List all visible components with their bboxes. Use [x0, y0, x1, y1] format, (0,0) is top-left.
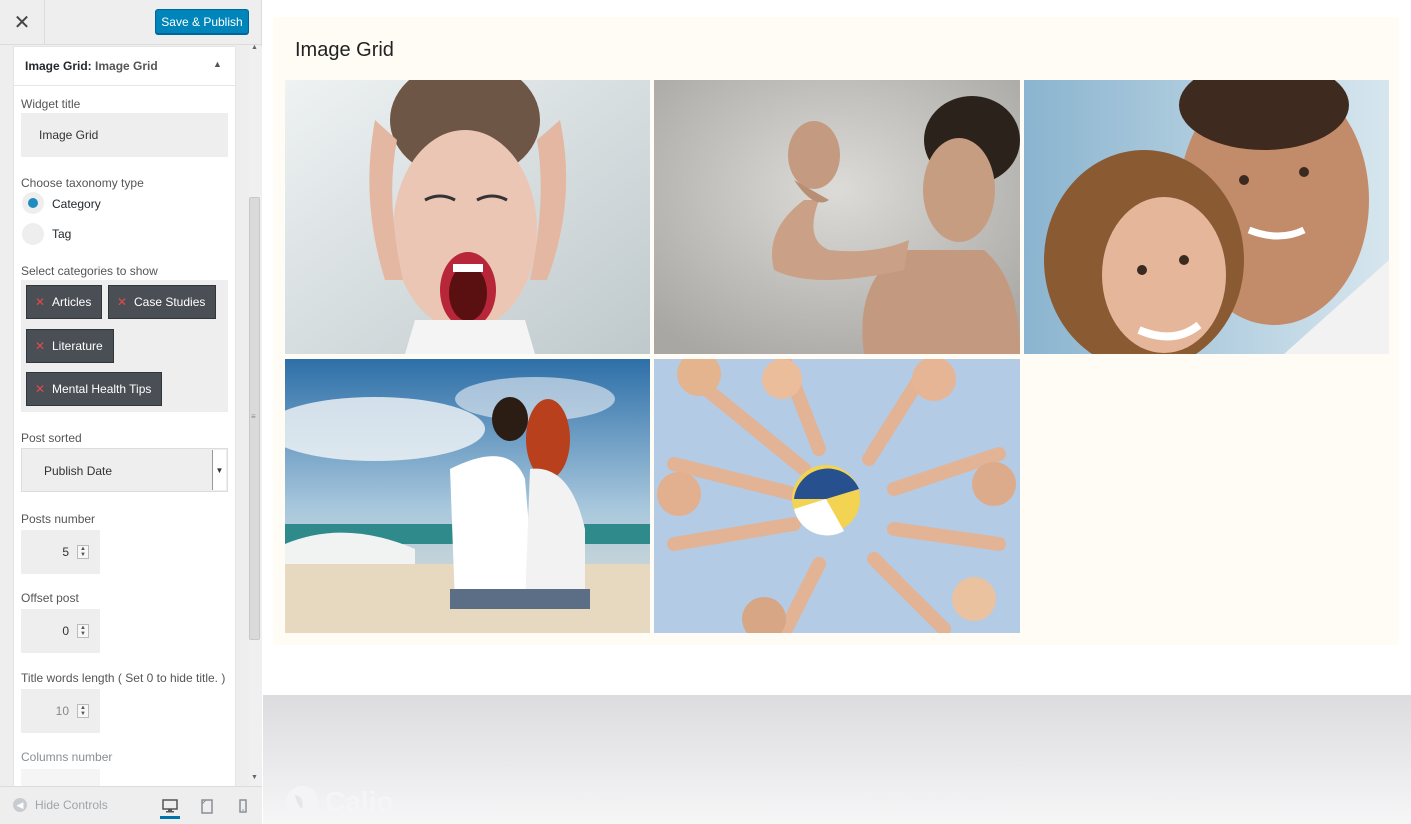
title-words-label: Title words length ( Set 0 to hide title…: [21, 671, 226, 685]
category-tag-label: Literature: [52, 339, 103, 353]
category-tag-literature[interactable]: ✕ Literature: [26, 329, 114, 363]
site-footer: Calio Services Recent Comments Contacts: [263, 695, 1411, 824]
category-tag-label: Mental Health Tips: [52, 382, 152, 396]
title-words-value: 10: [55, 704, 69, 718]
post-sorted-value: Publish Date: [44, 464, 113, 478]
columns-number-stepper[interactable]: [21, 769, 100, 786]
site-preview: Image Grid Calio Services Recent Comment…: [263, 0, 1411, 824]
widget-header-title: Image Grid: Image Grid: [25, 59, 158, 73]
save-publish-button[interactable]: Save & Publish: [155, 9, 249, 34]
radio-category[interactable]: [22, 192, 44, 214]
desktop-icon[interactable]: [160, 796, 180, 819]
flexing-man-photo[interactable]: [654, 80, 1020, 354]
logo-text: Calio: [325, 786, 394, 817]
spinner-arrows-icon[interactable]: ▲ ▼: [77, 704, 89, 718]
category-tag-mental-health-tips[interactable]: ✕ Mental Health Tips: [26, 372, 163, 406]
tablet-icon[interactable]: [197, 796, 217, 816]
remove-icon[interactable]: ✕: [117, 295, 127, 309]
title-words-stepper[interactable]: 10 ▲ ▼: [21, 689, 100, 733]
footer-heading-contacts: Contacts: [1146, 787, 1206, 804]
customizer-sidebar: ✕ Save & Publish Image Grid: Image Grid …: [0, 0, 262, 824]
scroll-down-arrow-icon[interactable]: ▼: [251, 774, 258, 781]
post-sorted-label: Post sorted: [21, 431, 82, 445]
dropdown-arrow-icon[interactable]: ▼: [212, 450, 226, 490]
spinner-arrows-icon[interactable]: ▲ ▼: [77, 545, 89, 559]
screaming-woman-photo[interactable]: [285, 80, 650, 354]
hide-controls-label: Hide Controls: [35, 798, 108, 812]
widget-header[interactable]: Image Grid: Image Grid ▲: [14, 47, 235, 86]
footer-heading-services: Services: [572, 787, 630, 804]
mobile-icon[interactable]: [233, 796, 253, 816]
offset-post-label: Offset post: [21, 591, 79, 605]
category-tag-label: Case Studies: [134, 295, 206, 309]
image-grid-title: Image Grid: [295, 39, 394, 61]
offset-post-value: 0: [62, 624, 69, 638]
widget-panel: Image Grid: Image Grid ▲ Widget title Im…: [13, 46, 236, 786]
remove-icon[interactable]: ✕: [35, 295, 45, 309]
radio-tag[interactable]: [22, 223, 44, 245]
taxonomy-type-label: Choose taxonomy type: [21, 176, 144, 190]
post-sorted-select[interactable]: Publish Date ▼: [21, 448, 228, 492]
posts-number-stepper[interactable]: 5 ▲ ▼: [21, 530, 100, 574]
widget-title-label: Widget title: [21, 97, 81, 111]
site-logo[interactable]: Calio: [285, 785, 393, 819]
categories-label: Select categories to show: [21, 264, 158, 278]
scrollbar-grip-icon: ≡: [251, 412, 256, 421]
collapse-left-icon: ◀: [13, 798, 27, 812]
volleyball-hands-photo[interactable]: [654, 359, 1020, 633]
widget-type-label: Image Grid:: [25, 59, 92, 73]
category-tag-case-studies[interactable]: ✕ Case Studies: [108, 285, 217, 319]
posts-number-value: 5: [62, 545, 69, 559]
remove-icon[interactable]: ✕: [35, 382, 45, 396]
widget-name-label: Image Grid: [95, 59, 158, 73]
couple-on-beach-photo[interactable]: [285, 359, 650, 633]
hide-controls-button[interactable]: ◀ Hide Controls: [13, 798, 108, 812]
category-tag-label: Articles: [52, 295, 92, 309]
logo-mark-icon: [286, 786, 318, 818]
widget-title-input[interactable]: Image Grid: [21, 113, 228, 157]
remove-icon[interactable]: ✕: [35, 339, 45, 353]
customizer-header: ✕ Save & Publish: [0, 0, 262, 45]
close-icon[interactable]: ✕: [0, 0, 45, 44]
posts-number-label: Posts number: [21, 512, 96, 526]
radio-tag-label: Tag: [52, 227, 72, 241]
collapse-arrow-icon[interactable]: ▲: [213, 59, 222, 69]
columns-number-label: Columns number: [21, 750, 113, 764]
customizer-footer: ◀ Hide Controls: [0, 786, 262, 824]
footer-heading-recent-comments: Recent Comments: [859, 787, 984, 804]
categories-multiselect[interactable]: ✕ Articles ✕ Case Studies ✕ Literature ✕ Men…: [21, 280, 228, 412]
offset-post-stepper[interactable]: 0 ▲ ▼: [21, 609, 100, 653]
category-tag-articles[interactable]: ✕ Articles: [26, 285, 103, 319]
scroll-up-arrow-icon[interactable]: ▲: [251, 44, 258, 51]
image-grid-widget: Image Grid: [273, 17, 1399, 645]
radio-category-label: Category: [52, 197, 101, 211]
smiling-couple-photo[interactable]: [1024, 80, 1389, 354]
spinner-arrows-icon[interactable]: ▲ ▼: [77, 624, 89, 638]
